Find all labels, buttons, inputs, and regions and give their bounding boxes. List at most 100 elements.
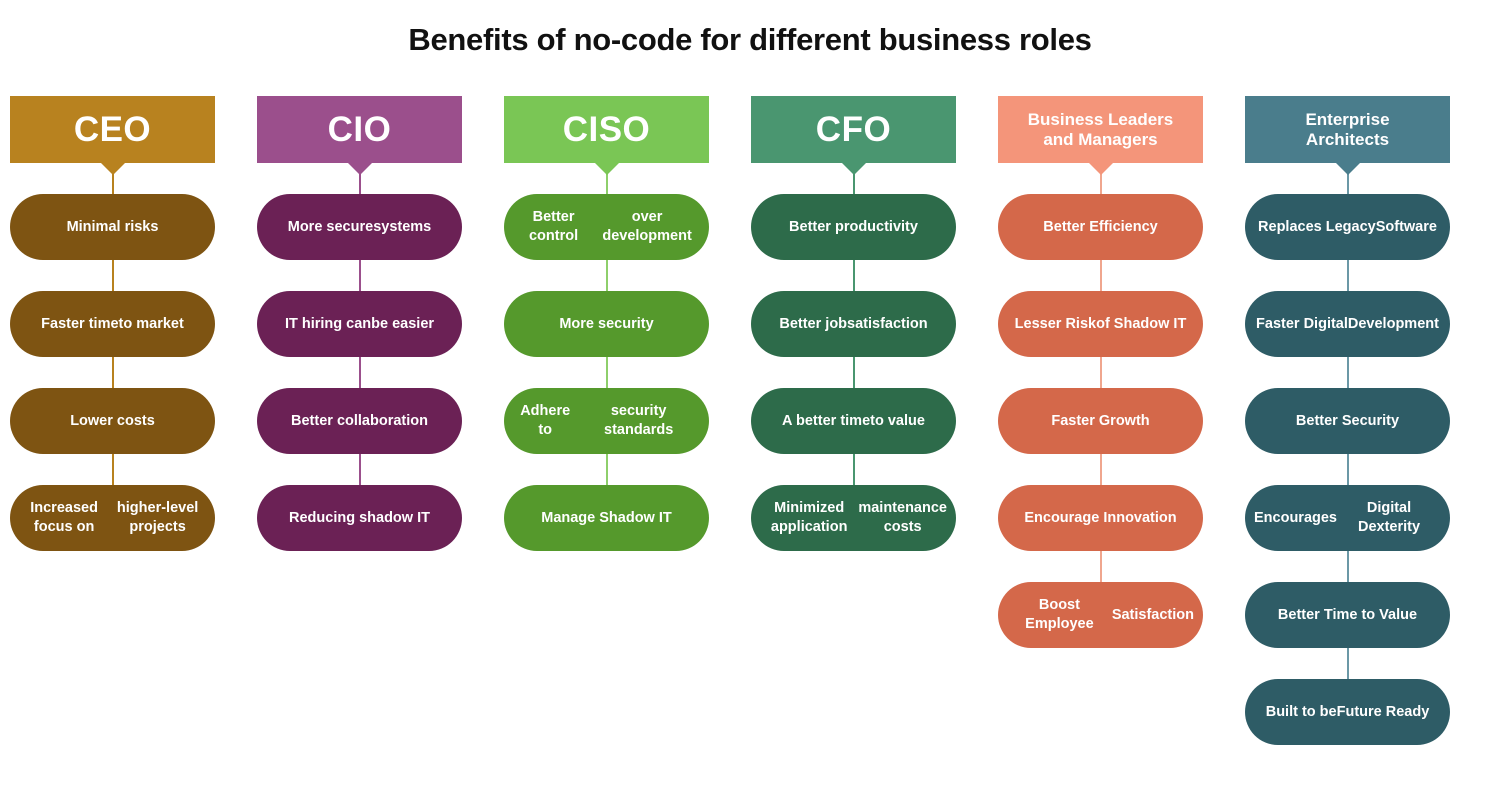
benefit-pill-line2: over development [602, 209, 692, 244]
benefit-pill-line1: Faster Digital [1256, 315, 1348, 332]
benefit-pill-line1: More security [559, 315, 654, 332]
benefit-pill-line1: Better Security [1295, 412, 1400, 429]
role-header-label: CIO [327, 109, 392, 149]
benefit-pill-line2: systems [373, 218, 432, 235]
role-header-label: CFO [815, 109, 892, 149]
benefit-pill-line1: Better collaboration [291, 412, 428, 429]
benefit-pill-line1: Encourage Innovation [1024, 509, 1177, 526]
benefit-list-cfo: Better productivity Better job satisfactio… [751, 163, 956, 551]
benefit-pill[interactable]: Better Time to Value [1245, 582, 1450, 648]
benefit-pill[interactable]: Boost Employee Satisfaction [998, 582, 1203, 648]
role-header-cio[interactable]: CIO [257, 96, 462, 175]
benefit-list-cio: More secure systems IT hiring can be easier… [257, 163, 462, 551]
benefit-pill-line1: Manage Shadow IT [541, 509, 672, 526]
benefit-pill-line1: Faster Growth [1051, 412, 1150, 429]
benefit-pill-line2: satisfaction [847, 315, 928, 332]
benefit-list-enterprise-architects: Replaces Legacy Software Faster Digital Dev… [1245, 163, 1450, 745]
role-column-cio: CIO More secure systems IT hiring can be eas… [257, 96, 462, 551]
role-header-ciso[interactable]: CISO [504, 96, 709, 175]
benefit-pill-line2: Satisfaction [1111, 606, 1194, 623]
benefit-list-ceo: Minimal risks Faster time to market Lower c… [10, 163, 215, 551]
benefit-pill[interactable]: Better productivity [751, 194, 956, 260]
benefit-list-ciso: Better control over development More secur… [504, 163, 709, 551]
role-header-label: CEO [73, 109, 152, 149]
benefit-pill[interactable]: Encourages Digital Dexterity [1245, 485, 1450, 551]
role-header-cfo[interactable]: CFO [751, 96, 956, 175]
benefit-pill[interactable]: Faster Digital Development [1245, 291, 1450, 357]
header-notch-triangle-icon [1087, 162, 1114, 175]
benefit-pill-line1: Better Time to Value [1277, 606, 1418, 623]
benefit-pill[interactable]: Lower costs [10, 388, 215, 454]
role-header-label: Enterprise Architects [1305, 110, 1390, 149]
benefit-pill-line1: Minimized application [770, 500, 848, 535]
benefit-pill-line1: Lesser Risk [1014, 315, 1097, 332]
header-notch-triangle-icon [1334, 162, 1361, 175]
benefit-pill-line2: Development [1347, 315, 1439, 332]
benefit-pill[interactable]: Manage Shadow IT [504, 485, 709, 551]
role-header-enterprise-architects[interactable]: Enterprise Architects [1245, 96, 1450, 175]
role-header-label-line2: Architects [1305, 129, 1390, 149]
benefit-list-business-leaders: Better Efficiency Lesser Risk of Shadow IT… [998, 163, 1203, 648]
header-notch-triangle-icon [593, 162, 620, 175]
benefit-pill-line1: Better productivity [789, 218, 918, 235]
benefit-pill-line1: More secure [287, 218, 374, 235]
header-notch-triangle-icon [346, 162, 373, 175]
benefit-pill-line1: Boost Employee [1025, 597, 1094, 632]
benefit-pill-line1: Better Efficiency [1043, 218, 1158, 235]
role-header-label: Business Leaders and Managers [1027, 110, 1174, 149]
benefit-pill-line2: of Shadow IT [1096, 315, 1187, 332]
role-column-ceo: CEO Minimal risks Faster time to market Lowe… [10, 96, 215, 551]
benefit-pill-line2: Future Ready [1336, 703, 1430, 720]
benefit-pill[interactable]: More security [504, 291, 709, 357]
benefit-pill-line1: Reducing shadow IT [289, 509, 430, 526]
benefit-pill[interactable]: Faster Growth [998, 388, 1203, 454]
role-columns-container: CEO Minimal risks Faster time to market Lowe… [10, 96, 1490, 745]
benefit-pill-line2: Software [1375, 218, 1437, 235]
benefit-pill-line2: to value [870, 412, 925, 429]
benefit-pill-line2: be easier [371, 315, 435, 332]
benefit-pill[interactable]: Better control over development [504, 194, 709, 260]
benefit-pill-line1: Better job [779, 315, 848, 332]
infographic-canvas: Benefits of no-code for different busine… [0, 0, 1500, 800]
role-column-business-leaders: Business Leaders and Managers Better Effic… [998, 96, 1203, 648]
benefit-pill[interactable]: Replaces Legacy Software [1245, 194, 1450, 260]
benefit-pill-line1: Adhere to [520, 403, 571, 438]
benefit-pill-line2: to market [118, 315, 184, 332]
benefit-pill[interactable]: More secure systems [257, 194, 462, 260]
benefit-pill-line2: security standards [604, 403, 674, 438]
page-title: Benefits of no-code for different busine… [408, 22, 1092, 57]
benefit-pill-line2: higher-level projects [116, 500, 199, 535]
role-header-label: CISO [562, 109, 651, 149]
benefit-pill[interactable]: Better Efficiency [998, 194, 1203, 260]
benefit-pill[interactable]: Better collaboration [257, 388, 462, 454]
benefit-pill-line1: Encourages [1254, 509, 1337, 526]
benefit-pill[interactable]: Increased focus on higher-level projects [10, 485, 215, 551]
benefit-pill[interactable]: Encourage Innovation [998, 485, 1203, 551]
benefit-pill[interactable]: A better time to value [751, 388, 956, 454]
benefit-pill-line1: Better control [528, 209, 579, 244]
benefit-pill[interactable]: Better job satisfaction [751, 291, 956, 357]
benefit-pill[interactable]: Faster time to market [10, 291, 215, 357]
benefit-pill-line1: IT hiring can [284, 315, 372, 332]
benefit-pill[interactable]: Minimized application maintenance costs [751, 485, 956, 551]
benefit-pill-line1: Built to be [1265, 703, 1337, 720]
benefit-pill-line1: Minimal risks [66, 218, 159, 235]
role-header-ceo[interactable]: CEO [10, 96, 215, 175]
role-column-ciso: CISO Better control over development More s… [504, 96, 709, 551]
benefit-pill[interactable]: Built to be Future Ready [1245, 679, 1450, 745]
role-column-enterprise-architects: Enterprise Architects Replaces Legacy Softw… [1245, 96, 1450, 745]
benefit-pill-line1: Increased focus on [30, 500, 98, 535]
role-header-business-leaders[interactable]: Business Leaders and Managers [998, 96, 1203, 175]
benefit-pill-line2: maintenance costs [858, 500, 947, 535]
header-notch-triangle-icon [99, 162, 126, 175]
benefit-pill[interactable]: Adhere to security standards [504, 388, 709, 454]
benefit-pill[interactable]: IT hiring can be easier [257, 291, 462, 357]
benefit-pill-line1: Replaces Legacy [1258, 218, 1376, 235]
role-header-label-line2: and Managers [1043, 129, 1158, 149]
benefit-pill[interactable]: Lesser Risk of Shadow IT [998, 291, 1203, 357]
benefit-pill[interactable]: Minimal risks [10, 194, 215, 260]
benefit-pill[interactable]: Better Security [1245, 388, 1450, 454]
benefit-pill-line1: Lower costs [70, 412, 155, 429]
benefit-pill[interactable]: Reducing shadow IT [257, 485, 462, 551]
benefit-pill-line2: Digital Dexterity [1357, 500, 1421, 535]
